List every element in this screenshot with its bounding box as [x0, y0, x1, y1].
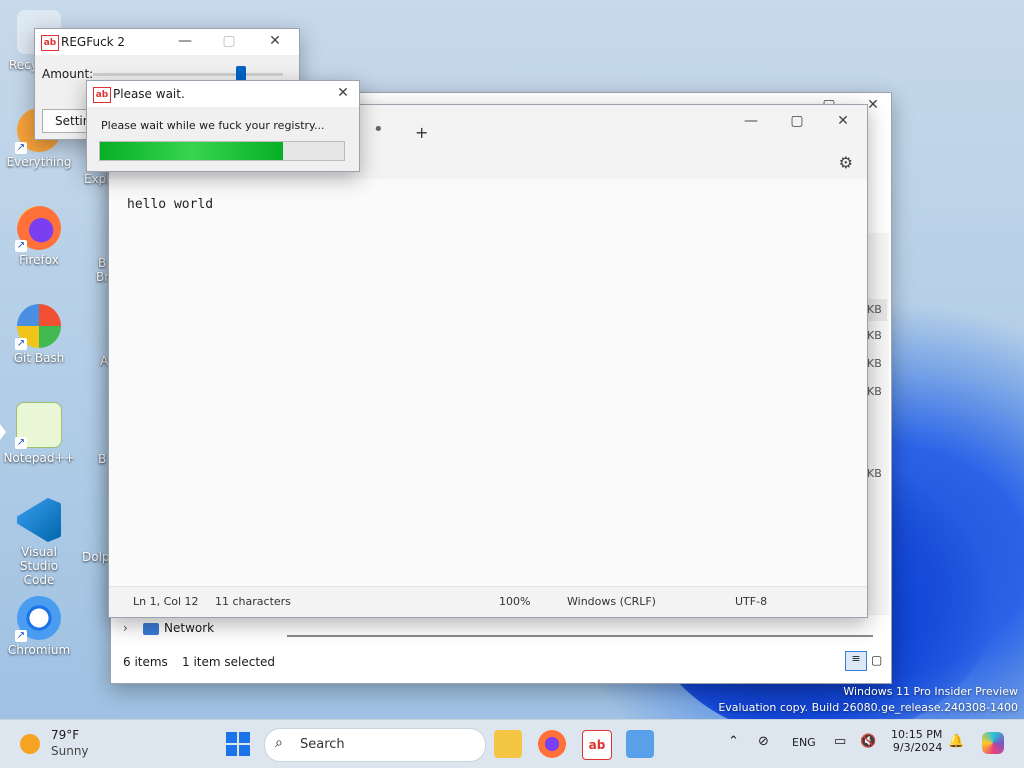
weather-desc[interactable]: Sunny: [51, 744, 89, 758]
desktop-partial-label: Dolp: [82, 550, 110, 564]
minimize-icon[interactable]: —: [171, 33, 199, 49]
weather-sun-icon[interactable]: [20, 734, 40, 754]
notepad-text-area[interactable]: hello world: [127, 197, 213, 212]
status-encoding[interactable]: UTF-8: [735, 595, 767, 608]
please-wait-dialog[interactable]: ab Please wait. ✕ Please wait while we f…: [86, 80, 360, 172]
clock[interactable]: 10:15 PM 9/3/2024: [891, 728, 942, 754]
file-size-cell: KB: [867, 385, 882, 398]
volume-muted-icon[interactable]: 🔇: [860, 734, 876, 749]
taskbar-search[interactable]: ⌕ Search: [264, 728, 486, 762]
dialog-titlebar: ab Please wait. ✕: [87, 81, 359, 107]
desktop-partial-label: B: [98, 256, 107, 270]
file-list-column: KB KB KB KB KB: [867, 233, 889, 633]
evaluation-watermark: Windows 11 Pro Insider Preview Evaluatio…: [718, 685, 1018, 714]
new-tab-icon[interactable]: +: [415, 123, 428, 142]
git-bash-icon: ↗: [15, 304, 61, 350]
regfuck-titlebar: ab REGFuck 2 — ▢ ✕: [35, 29, 299, 55]
close-icon[interactable]: ✕: [829, 113, 857, 129]
status-item-count: 6 items: [123, 655, 168, 669]
progress-bar: [99, 141, 345, 161]
search-placeholder: Search: [300, 737, 345, 752]
desktop-partial-label: Expl: [84, 172, 110, 186]
amount-label: Amount:: [42, 67, 94, 81]
status-char-count: 11 characters: [215, 595, 291, 608]
amount-slider[interactable]: [93, 66, 283, 82]
app-icon: ab: [93, 87, 111, 103]
status-selected-count: 1 item selected: [182, 655, 276, 669]
status-zoom[interactable]: 100%: [499, 595, 530, 608]
minimize-icon[interactable]: —: [737, 113, 765, 129]
display-icon[interactable]: ▭: [834, 734, 846, 749]
unsaved-dot-icon: •: [373, 119, 384, 140]
notepadpp-icon: ↗: [15, 402, 62, 449]
progress-fill: [100, 142, 283, 160]
explorer-bottom: › Network 6 items 1 item selected ≡ ▢: [111, 614, 891, 683]
chromium-icon: ↗: [15, 596, 61, 642]
chevron-up-icon[interactable]: ⌃: [728, 734, 739, 749]
app-icon: ab: [41, 35, 59, 51]
notepad-window[interactable]: • + — ▢ ✕ ⚙ hello world Ln 1, Col 12 11 …: [108, 104, 868, 618]
firefox-icon: ↗: [15, 206, 61, 252]
status-cursor-position: Ln 1, Col 12: [133, 595, 199, 608]
vscode-icon: [17, 498, 61, 542]
file-size-cell: KB: [867, 357, 882, 370]
close-icon[interactable]: ✕: [329, 85, 357, 101]
dialog-title: Please wait.: [113, 87, 185, 101]
start-button-icon[interactable]: [226, 732, 250, 756]
notification-bell-icon[interactable]: 🔔: [948, 734, 964, 749]
network-icon: [143, 623, 159, 635]
horizontal-scrollbar[interactable]: [287, 635, 873, 637]
mouse-cursor-icon: [0, 424, 6, 440]
dialog-message: Please wait while we fuck your registry.…: [101, 119, 325, 132]
file-size-cell: KB: [867, 467, 882, 480]
regfuck-taskbar-icon[interactable]: ab: [582, 730, 612, 760]
desktop-icon-git-bash[interactable]: ↗ Git Bash: [3, 304, 75, 365]
notepad-status-bar: Ln 1, Col 12 11 characters 100% Windows …: [109, 586, 867, 617]
chevron-right-icon[interactable]: ›: [123, 621, 128, 635]
notepad-taskbar-icon[interactable]: [626, 730, 654, 758]
desktop-icon-firefox[interactable]: ↗ Firefox: [3, 206, 75, 267]
language-indicator[interactable]: ENG: [792, 736, 816, 749]
nav-item-network[interactable]: Network: [164, 621, 214, 635]
settings-gear-icon[interactable]: ⚙: [839, 153, 853, 172]
file-size-cell: KB: [867, 299, 887, 321]
desktop-icon-vscode[interactable]: Visual Studio Code: [3, 498, 75, 587]
file-size-cell: KB: [867, 329, 882, 342]
window-title: REGFuck 2: [61, 35, 126, 49]
firefox-taskbar-icon[interactable]: [538, 730, 566, 758]
taskbar: 79°F Sunny ⌕ Search ab ⌃ ⊘ ENG ▭ 🔇 10:15…: [0, 719, 1024, 768]
desktop-partial-label: B: [98, 452, 107, 466]
close-icon[interactable]: ✕: [261, 33, 289, 49]
desktop-icon-chromium[interactable]: ↗ Chromium: [3, 596, 75, 657]
search-icon: ⌕: [275, 735, 283, 751]
status-line-ending[interactable]: Windows (CRLF): [567, 595, 656, 608]
weather-temp[interactable]: 79°F: [51, 728, 79, 742]
desktop-partial-label: A: [100, 354, 109, 368]
details-view-icon[interactable]: ≡: [845, 651, 867, 671]
maximize-icon[interactable]: ▢: [783, 113, 811, 129]
network-disconnected-icon[interactable]: ⊘: [758, 734, 769, 749]
file-explorer-taskbar-icon[interactable]: [494, 730, 522, 758]
tiles-view-icon[interactable]: ▢: [871, 653, 882, 667]
desktop-icon-notepadpp[interactable]: ↗ Notepad++: [3, 402, 75, 465]
maximize-icon: ▢: [222, 33, 236, 49]
copilot-icon[interactable]: [982, 732, 1004, 754]
